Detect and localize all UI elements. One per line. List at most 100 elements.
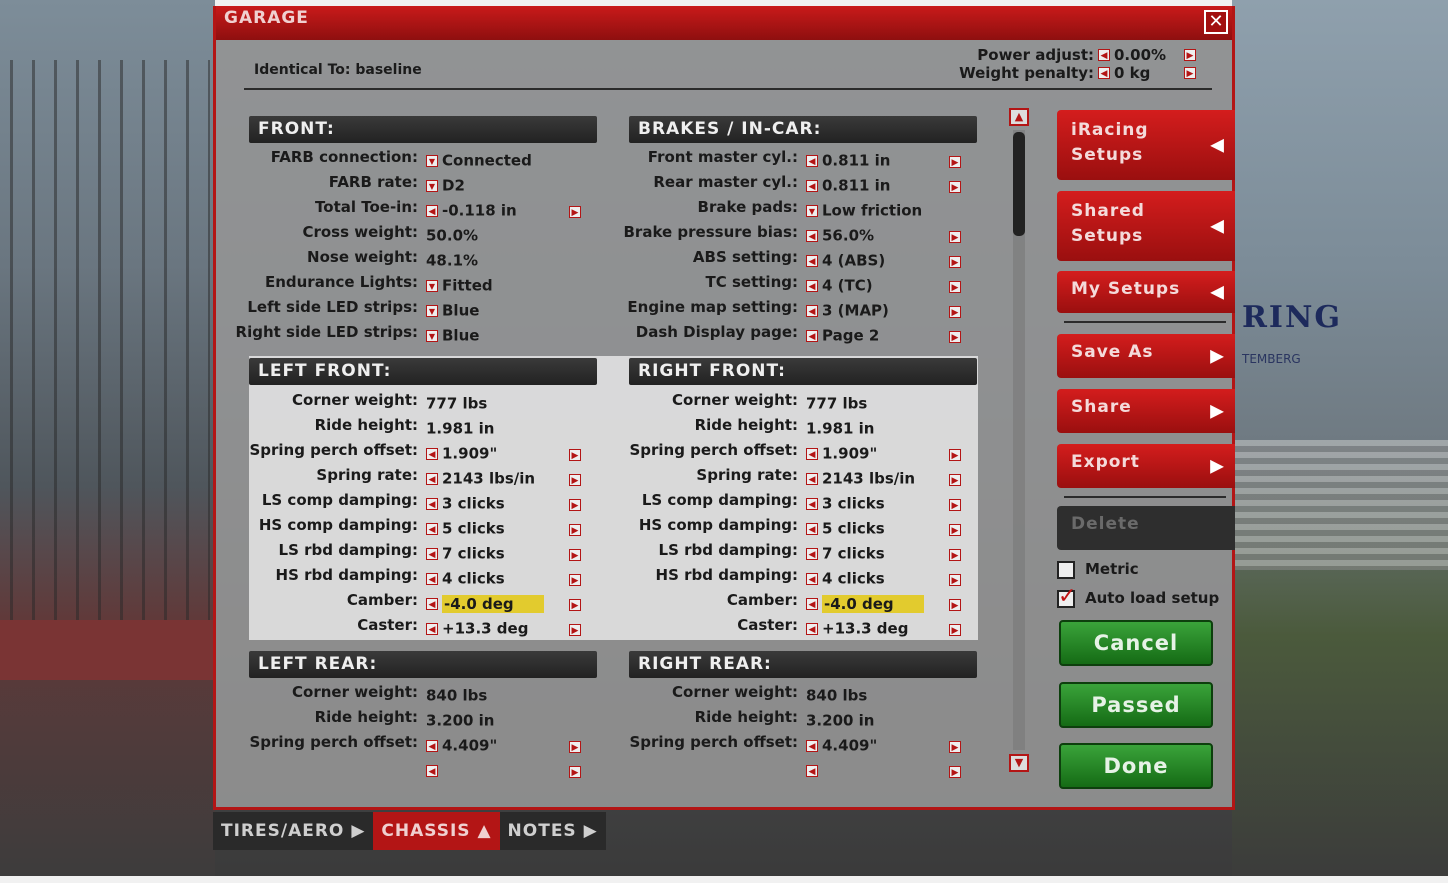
decrease-arrow-icon[interactable]: ◀ [806,764,818,777]
auto-load-checkbox[interactable]: Auto load setup [1057,584,1219,609]
metric-checkbox[interactable]: Metric [1057,560,1139,579]
scroll-down-icon[interactable]: ▼ [1009,754,1029,772]
decrease-arrow-icon[interactable]: ◀ [426,522,438,535]
increase-arrow-icon[interactable]: ▶ [949,331,961,343]
decrease-arrow-icon[interactable]: ◀ [806,547,818,560]
cancel-button[interactable]: Cancel [1059,620,1213,666]
increase-control[interactable]: ▶ [569,761,581,779]
increase-control[interactable]: ▶ [949,444,961,462]
scroll-thumb[interactable] [1013,132,1025,236]
increase-arrow-icon[interactable]: ▶ [569,474,581,486]
decrease-arrow-icon[interactable]: ◀ [426,204,438,217]
increase-arrow-icon[interactable]: ▶ [569,766,581,778]
decrease-arrow-icon[interactable]: ◀ [806,472,818,485]
decrease-arrow-icon[interactable]: ◀ [806,229,818,242]
decrease-arrow-icon[interactable]: ◀ [426,622,438,635]
increase-arrow-icon[interactable]: ▶ [949,281,961,293]
iracing-setups-button[interactable]: iRacing Setups ◀ [1057,110,1235,180]
increase-arrow-icon[interactable]: ▶ [949,306,961,318]
increase-control[interactable]: ▶ [569,444,581,462]
increase-arrow-icon[interactable]: ▶ [949,624,961,636]
increase-control[interactable]: ▶ [569,619,581,637]
close-icon[interactable]: ✕ [1204,10,1228,34]
setting-value[interactable]: D2 [442,177,465,195]
decrease-arrow-icon[interactable]: ◀ [426,447,438,460]
increase-control[interactable]: ▶ [949,276,961,294]
export-button[interactable]: Export ▶ [1057,444,1235,488]
increase-arrow-icon[interactable]: ▶ [949,499,961,511]
save-as-button[interactable]: Save As ▶ [1057,334,1235,378]
increase-control[interactable]: ▶ [569,201,581,219]
increase-control[interactable]: ▶ [949,736,961,754]
dropdown-arrow-icon[interactable]: ▼ [806,204,818,217]
metric-checkbox-box[interactable] [1057,560,1075,579]
scroll-up-icon[interactable]: ▲ [1009,108,1029,126]
decrease-arrow-icon[interactable]: ◀ [806,522,818,535]
decrease-arrow-icon[interactable]: ◀ [426,739,438,752]
increase-arrow-icon[interactable]: ▶ [569,574,581,586]
setting-value[interactable]: Fitted [442,277,493,295]
increase-control[interactable]: ▶ [569,494,581,512]
decrease-arrow-icon[interactable]: ◀ [806,739,818,752]
increase-arrow-icon[interactable]: ▶ [949,574,961,586]
decrease-arrow-icon[interactable]: ◀ [426,497,438,510]
increase-control[interactable]: ▶ [949,544,961,562]
decrease-arrow-icon[interactable]: ◀ [806,597,818,610]
decrease-arrow-icon[interactable]: ◀ [806,154,818,167]
setting-value[interactable]: Low friction [822,202,922,220]
delete-button[interactable]: Delete [1057,506,1235,550]
share-button[interactable]: Share ▶ [1057,389,1235,433]
increase-arrow-icon[interactable]: ▶ [569,599,581,611]
increase-control[interactable]: ▶ [569,519,581,537]
decrease-arrow-icon[interactable]: ◀ [806,497,818,510]
increase-arrow-icon[interactable]: ▶ [949,181,961,193]
increase-control[interactable]: ▶ [949,761,961,779]
increase-arrow-icon[interactable]: ▶ [949,156,961,168]
increase-arrow-icon[interactable]: ▶ [569,499,581,511]
increase-arrow-icon[interactable]: ▶ [949,231,961,243]
dropdown-arrow-icon[interactable]: ▼ [426,154,438,167]
increase-control[interactable]: ▶ [949,594,961,612]
auto-load-checkbox-box[interactable] [1057,584,1076,609]
decrease-arrow-icon[interactable]: ◀ [806,254,818,267]
decrease-arrow-icon[interactable]: ◀ [426,547,438,560]
increase-control[interactable]: ▶ [949,176,961,194]
decrease-arrow-icon[interactable]: ◀ [426,472,438,485]
increase-arrow-icon[interactable]: ▶ [949,449,961,461]
increase-control[interactable]: ▶ [569,594,581,612]
decrease-arrow-icon[interactable]: ◀ [806,179,818,192]
increase-control[interactable]: ▶ [569,569,581,587]
increase-control[interactable]: ▶ [949,569,961,587]
tab-tires-aero[interactable]: TIRES/AERO ▶ [213,812,374,850]
increase-arrow-icon[interactable]: ▶ [569,449,581,461]
increase-arrow-icon[interactable]: ▶ [949,599,961,611]
dropdown-arrow-icon[interactable]: ▼ [426,179,438,192]
increase-arrow-icon[interactable]: ▶ [569,206,581,218]
increase-arrow-icon[interactable]: ▶ [949,549,961,561]
setting-value[interactable]: Blue [442,327,479,345]
increase-arrow-icon[interactable]: ▶ [949,766,961,778]
decrease-arrow-icon[interactable]: ◀ [806,447,818,460]
increase-arrow-icon[interactable]: ▶ [569,624,581,636]
increase-arrow-icon[interactable]: ▶ [949,741,961,753]
increase-control[interactable]: ▶ [949,226,961,244]
increase-control[interactable]: ▶ [949,326,961,344]
decrease-arrow-icon[interactable]: ◀ [426,572,438,585]
tab-chassis[interactable]: CHASSIS ▲ [373,812,500,850]
increase-arrow-icon[interactable]: ▶ [949,256,961,268]
setup-scrollbar[interactable]: ▲ ▼ [1009,108,1029,772]
increase-control[interactable]: ▶ [949,494,961,512]
weight-penalty-decrease-icon[interactable]: ◀ [1098,67,1110,79]
increase-arrow-icon[interactable]: ▶ [569,524,581,536]
tab-notes[interactable]: NOTES ▶ [499,812,606,850]
dropdown-arrow-icon[interactable]: ▼ [426,304,438,317]
decrease-arrow-icon[interactable]: ◀ [806,572,818,585]
increase-control[interactable]: ▶ [949,519,961,537]
decrease-arrow-icon[interactable]: ◀ [426,597,438,610]
decrease-arrow-icon[interactable]: ◀ [806,304,818,317]
decrease-arrow-icon[interactable]: ◀ [806,622,818,635]
increase-control[interactable]: ▶ [949,301,961,319]
setting-value[interactable]: Connected [442,152,532,170]
increase-control[interactable]: ▶ [569,544,581,562]
increase-control[interactable]: ▶ [949,151,961,169]
